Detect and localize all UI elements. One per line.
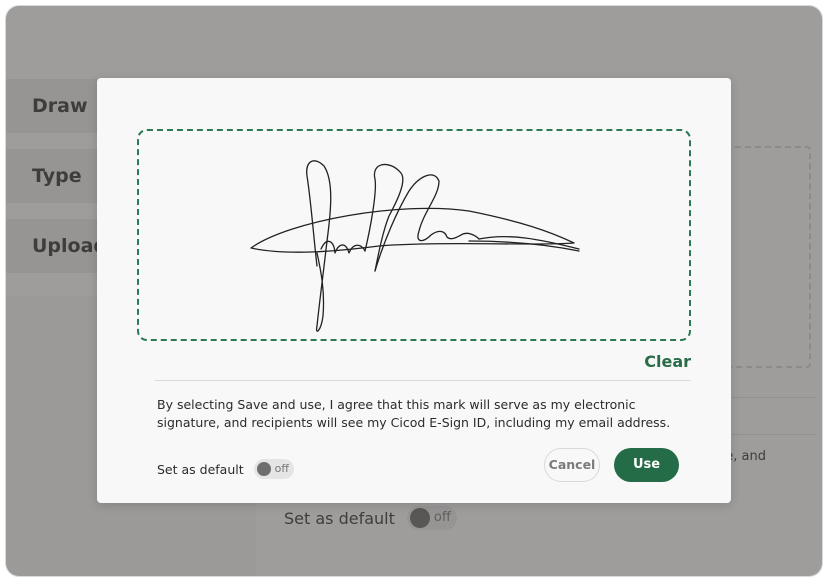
default-row: Set as default off — [157, 459, 294, 479]
use-button[interactable]: Use — [614, 448, 679, 482]
default-toggle[interactable]: off — [253, 459, 294, 479]
toggle-state: off — [274, 462, 289, 475]
consent-text: By selecting Save and use, I agree that … — [157, 397, 671, 430]
cancel-button[interactable]: Cancel — [544, 448, 600, 482]
clear-button[interactable]: Clear — [644, 352, 691, 371]
default-label: Set as default — [157, 461, 244, 477]
divider — [155, 380, 691, 381]
signature-modal: Clear By selecting Save and use, I agree… — [97, 78, 731, 503]
signature-canvas[interactable] — [137, 129, 691, 341]
toggle-knob — [256, 462, 271, 476]
drawn-signature — [250, 160, 580, 332]
